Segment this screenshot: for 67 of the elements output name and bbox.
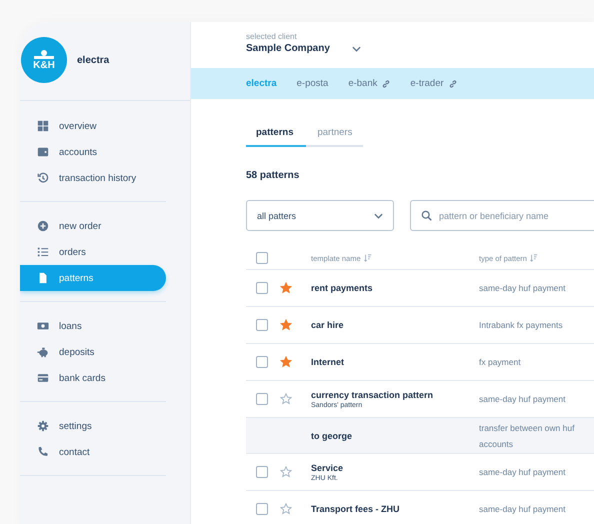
nav-item[interactable]: orders [20,239,166,265]
template-name: to george [311,430,352,440]
figure-icon [32,50,56,60]
checkbox[interactable] [256,319,268,331]
grid-icon [37,120,49,132]
filter-dropdown[interactable]: all patters [246,200,394,231]
nav-item[interactable]: loans [20,313,166,339]
pattern-type: same-day huf payment [479,282,566,295]
client-selector[interactable]: Sample Company [246,43,361,54]
checkbox[interactable] [256,466,268,478]
list-icon [37,246,49,258]
star-icon[interactable] [280,319,292,331]
pattern-type: fx payment [479,356,522,369]
nav-item[interactable]: new order [20,213,166,239]
nav-item[interactable]: deposits [20,339,166,365]
template-name: Internet [311,357,344,367]
search-icon [421,210,432,221]
pattern-type: same-day huf payment [479,503,566,516]
checkbox[interactable] [256,393,268,405]
banknote-icon [37,320,49,332]
tab[interactable]: patterns [246,121,306,147]
pattern-type: same-day huf payment [479,466,566,479]
star-icon[interactable] [280,393,292,405]
pattern-type: same-day huf payment [479,393,566,406]
checkbox[interactable] [256,282,268,294]
star-icon[interactable] [280,466,292,478]
template-name: rent payments [311,283,373,293]
card-icon [37,372,49,384]
star-icon[interactable] [280,503,292,515]
nav-item[interactable]: overview [20,113,166,139]
pattern-type: Intrabank fx payments [479,319,564,332]
sort-icon[interactable] [530,254,538,262]
template-name: Transport fees - ZHU [311,504,400,514]
template-name: currency transaction pattern [311,390,434,400]
settings-icon [37,420,49,432]
link-icon [382,80,390,88]
client-label: selected client [246,32,298,41]
link-icon [448,80,457,88]
star-icon[interactable] [280,356,292,368]
chevron-down-icon [352,46,361,52]
logo-text: K&H [33,60,55,70]
nav-item[interactable]: bank cards [20,365,166,391]
chevron-down-icon [374,212,383,218]
nav-item[interactable]: contact [20,439,166,465]
nav-item[interactable]: transaction history [20,165,166,191]
app-tab[interactable]: e-trader [410,78,457,89]
checkbox[interactable] [256,356,268,368]
phone-icon [37,446,49,458]
sort-icon[interactable] [364,254,372,262]
search-field[interactable]: pattern or beneficiary name [410,200,594,231]
template-name: Service [311,462,344,472]
history-icon [37,172,49,184]
nav-item[interactable]: accounts [20,139,166,165]
app-name: electra [77,54,110,66]
pattern-count: 58 patterns [246,170,300,181]
checkbox[interactable] [256,503,268,515]
checkbox[interactable] [256,252,268,264]
app-tab[interactable]: e-bank [348,78,390,89]
document-icon [37,272,49,284]
wallet-icon [37,146,49,158]
pattern-type: transfer between own huf accounts [479,422,576,450]
star-icon[interactable] [280,282,292,294]
app-tab[interactable]: e-posta [296,78,328,89]
piggy-bank-icon [37,346,49,358]
template-name: car hire [311,320,344,330]
nav-item[interactable]: settings [20,413,166,439]
plus-circle-icon [37,220,49,232]
